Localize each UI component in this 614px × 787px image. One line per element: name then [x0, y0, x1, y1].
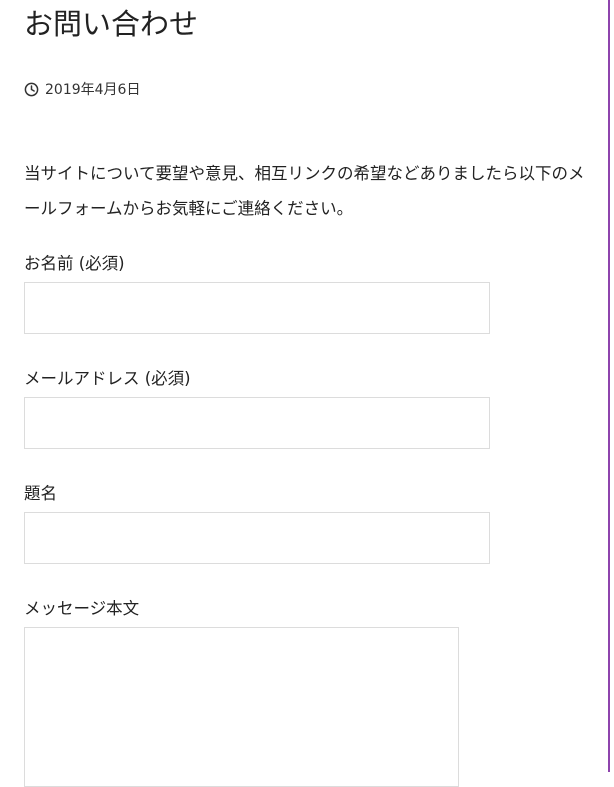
subject-label: 題名 — [24, 484, 57, 503]
clock-icon — [24, 82, 45, 97]
right-border-line — [608, 0, 610, 772]
message-label: メッセージ本文 — [24, 599, 140, 618]
name-input[interactable] — [24, 282, 490, 334]
post-date: 2019年4月6日 — [24, 79, 140, 99]
post-date-text: 2019年4月6日 — [45, 82, 141, 98]
name-label: お名前 (必須) — [24, 254, 125, 273]
intro-text: 当サイトについて要望や意見、相互リンクの希望などありましたら以下のメールフォーム… — [24, 164, 585, 218]
message-textarea[interactable] — [24, 627, 459, 787]
page-title: お問い合わせ — [24, 7, 199, 41]
email-label: メールアドレス (必須) — [24, 369, 191, 388]
email-input[interactable] — [24, 397, 490, 449]
subject-input[interactable] — [24, 512, 490, 564]
